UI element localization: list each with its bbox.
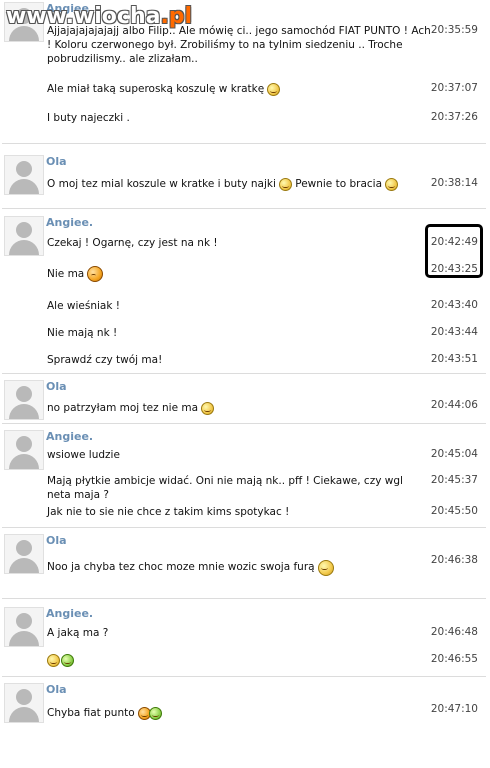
message-text: Nie ma	[47, 266, 427, 282]
message-text: I buty najeczki .	[47, 112, 130, 124]
message-text: A jaką ma ?	[47, 627, 109, 639]
divider	[2, 527, 486, 528]
highlight-box	[425, 224, 483, 278]
message-block: Ola Chyba fiat punto 20:47:10	[2, 681, 486, 731]
message-text: O moj tez mial koszule w kratke i buty n…	[47, 177, 427, 191]
avatar[interactable]	[4, 683, 44, 723]
message-text: Sprawdź czy twój ma!	[47, 354, 163, 366]
timestamp: 20:38:14	[430, 177, 478, 189]
big-grin-icon	[385, 177, 399, 191]
green-face-icon	[148, 706, 162, 720]
timestamp: 20:47:10	[430, 703, 478, 715]
timestamp: 20:43:51	[430, 353, 478, 365]
message-block: Angiee. Czekaj ! Ogarnę, czy jest na nk …	[2, 214, 486, 372]
message-text: Ale miał taką superoską koszulę w kratkę	[47, 82, 427, 96]
timestamp: 20:46:48	[430, 626, 478, 638]
divider	[2, 423, 486, 424]
big-grin-icon	[267, 82, 281, 96]
message-block: Ola O moj tez mial koszule w kratke i bu…	[2, 153, 486, 203]
sender-name[interactable]: Ola	[46, 155, 67, 168]
sad-face-icon	[87, 266, 104, 282]
divider	[2, 143, 486, 144]
divider	[2, 676, 486, 677]
message-block: Angiee. wsiowe ludzie 20:45:04 Mają płyt…	[2, 428, 486, 528]
message-text: Mają płytkie ambicje widać. Oni nie mają…	[47, 475, 403, 501]
watermark: www.wiocha.pl	[6, 4, 193, 29]
divider	[2, 208, 486, 209]
avatar[interactable]	[4, 216, 44, 256]
message-text	[47, 653, 427, 667]
avatar[interactable]	[4, 534, 44, 574]
sender-name[interactable]: Angiee.	[46, 216, 93, 229]
timestamp: 20:45:50	[430, 505, 478, 517]
timestamp: 20:37:07	[430, 82, 478, 94]
timestamp: 20:43:40	[430, 299, 478, 311]
timestamp: 20:45:37	[430, 474, 478, 486]
message-text: no patrzyłam moj tez nie ma	[47, 401, 427, 415]
timestamp: 20:44:06	[430, 399, 478, 411]
green-face-icon	[61, 653, 74, 667]
message-block: Ola no patrzyłam moj tez nie ma 20:44:06	[2, 378, 486, 422]
message-block: Angiee. A jaką ma ? 20:46:48 20:46:55	[2, 605, 486, 673]
timestamp: 20:43:44	[430, 326, 478, 338]
message-text: Jak nie to sie nie chce z takim kims spo…	[47, 506, 290, 518]
message-text: Czekaj ! Ogarnę, czy jest na nk !	[47, 237, 218, 249]
big-grin-icon	[278, 177, 292, 191]
message-text: Noo ja chyba tez choc moze mnie wozic sw…	[47, 560, 427, 576]
message-text: Chyba fiat punto	[47, 706, 427, 720]
avatar[interactable]	[4, 430, 44, 470]
sender-name[interactable]: Angiee.	[46, 430, 93, 443]
sender-name[interactable]: Ola	[46, 683, 67, 696]
smile-icon	[317, 560, 334, 576]
avatar[interactable]	[4, 607, 44, 647]
sender-name[interactable]: Ola	[46, 534, 67, 547]
message-text: Ale wieśniak !	[47, 300, 120, 312]
message-block: Ola Noo ja chyba tez choc moze mnie wozi…	[2, 532, 486, 592]
divider	[2, 373, 486, 374]
timestamp: 20:46:38	[430, 554, 478, 566]
timestamp: 20:46:55	[430, 653, 478, 665]
message-text: Nie mają nk !	[47, 327, 118, 339]
message-text: wsiowe ludzie	[47, 449, 120, 461]
divider	[2, 598, 486, 599]
sender-name[interactable]: Angiee.	[46, 607, 93, 620]
grin-icon	[47, 653, 60, 667]
message-text: Ajjajajajajajajj albo Filip.. Ale mówię …	[47, 25, 431, 65]
timestamp: 20:45:04	[430, 448, 478, 460]
avatar[interactable]	[4, 155, 44, 195]
timestamp: 20:35:59	[430, 24, 478, 36]
timestamp: 20:37:26	[430, 111, 478, 123]
avatar[interactable]	[4, 380, 44, 420]
big-grin-icon	[201, 401, 215, 415]
sender-name[interactable]: Ola	[46, 380, 67, 393]
